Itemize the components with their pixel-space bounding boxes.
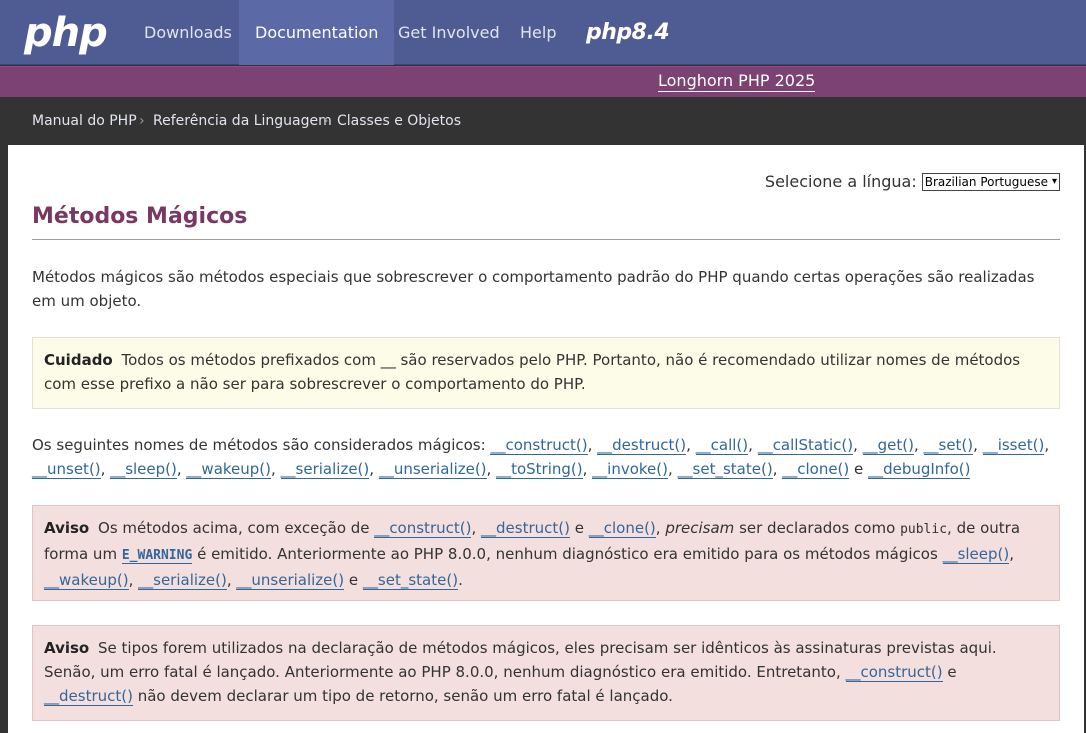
language-label: Selecione a língua:: [764, 172, 917, 191]
method-link[interactable]: __serialize(): [138, 571, 227, 590]
caution-text: Todos os métodos prefixados com __ são r…: [44, 351, 1021, 393]
method-link[interactable]: __debugInfo(): [868, 460, 971, 479]
warning-label: Aviso: [44, 519, 90, 537]
caution-label: Cuidado: [44, 351, 113, 369]
method-link[interactable]: __unserialize(): [378, 460, 487, 479]
language-selected-value: Brazilian Portuguese: [924, 174, 1048, 189]
warning-text: ,: [655, 519, 661, 537]
breadcrumb-manual[interactable]: Manual do PHP: [32, 112, 137, 130]
nav-downloads[interactable]: Downloads: [128, 0, 248, 65]
php-logo[interactable]: php: [24, 11, 108, 55]
method-link[interactable]: __call(): [695, 436, 749, 455]
method-link[interactable]: __construct(): [374, 519, 472, 538]
method-link[interactable]: __clone(): [782, 460, 850, 479]
and-word: e: [854, 460, 864, 478]
php-release-badge[interactable]: php8.4: [586, 18, 670, 48]
warning-text: e: [947, 663, 957, 681]
method-link[interactable]: __invoke(): [592, 460, 668, 479]
warning-text: Os métodos acima, com exceção de: [98, 519, 370, 537]
method-link[interactable]: __serialize(): [280, 460, 370, 479]
warning-label: Aviso: [44, 639, 90, 657]
method-link[interactable]: __set(): [923, 436, 974, 455]
method-link[interactable]: __set_state(): [677, 460, 773, 479]
method-link[interactable]: __toString(): [496, 460, 583, 479]
method-link[interactable]: __destruct(): [597, 436, 687, 455]
warning-text: e: [574, 519, 584, 537]
main-content: Selecione a língua: Brazilian Portuguese…: [8, 145, 1084, 733]
breadcrumb-separator-icon: ›: [139, 113, 145, 129]
banner-link[interactable]: Longhorn PHP 2025: [658, 71, 816, 92]
method-link[interactable]: __sleep(): [110, 460, 177, 479]
breadcrumb-language-reference[interactable]: Referência da Linguagem: [153, 112, 332, 130]
method-link[interactable]: __unserialize(): [236, 571, 345, 590]
method-link[interactable]: __set_state(): [362, 571, 459, 590]
warning-text: é emitido. Anteriormente ao PHP 8.0.0, n…: [197, 545, 938, 563]
inline-code: public: [900, 522, 948, 537]
method-link[interactable]: __destruct(): [44, 687, 133, 706]
breadcrumb: Manual do PHP › Referência da Linguagem …: [0, 97, 1086, 145]
intro-paragraph: Métodos mágicos são métodos especiais qu…: [32, 268, 1035, 310]
top-navbar: php Downloads Documentation Get Involved…: [0, 0, 1086, 65]
caution-box: Cuidado Todos os métodos prefixados com …: [32, 337, 1060, 409]
method-link[interactable]: __unset(): [32, 460, 101, 479]
emphasis-text: precisam: [665, 519, 735, 537]
nav-help[interactable]: Help: [504, 0, 572, 65]
warning-box-types: Aviso Se tipos forem utilizados na decla…: [32, 625, 1060, 721]
warning-text: não devem declarar um tipo de retorno, s…: [137, 687, 673, 705]
method-link[interactable]: __construct(): [845, 663, 943, 682]
nav-documentation[interactable]: Documentation: [239, 0, 395, 65]
warning-text: ser declarados como: [739, 519, 896, 537]
breadcrumb-separator-icon: ›: [323, 113, 329, 129]
magic-methods-list: Os seguintes nomes de métodos são consid…: [32, 436, 1050, 479]
chevron-down-icon: ▾: [1051, 176, 1057, 187]
page-title: Métodos Mágicos: [32, 203, 1060, 240]
method-link[interactable]: __construct(): [490, 436, 588, 455]
method-link[interactable]: __wakeup(): [44, 571, 129, 590]
method-link[interactable]: __sleep(): [942, 545, 1010, 564]
methods-intro: Os seguintes nomes de métodos são consid…: [32, 436, 486, 454]
announcement-banner: Longhorn PHP 2025: [0, 66, 1086, 97]
method-link[interactable]: __destruct(): [481, 519, 570, 538]
warning-box-visibility: Aviso Os métodos acima, com exceção de _…: [32, 505, 1060, 601]
method-link[interactable]: __callStatic(): [757, 436, 854, 455]
language-picker: Selecione a língua: Brazilian Portuguese…: [765, 172, 1060, 191]
constant-link[interactable]: E_WARNING: [121, 548, 193, 564]
method-link[interactable]: __wakeup(): [186, 460, 271, 479]
language-select[interactable]: Brazilian Portuguese ▾: [921, 172, 1060, 191]
breadcrumb-classes-objects[interactable]: Classes e Objetos: [337, 112, 461, 130]
method-link[interactable]: __get(): [862, 436, 914, 455]
method-link[interactable]: __isset(): [982, 436, 1045, 455]
method-link[interactable]: __clone(): [588, 519, 656, 538]
warning-text: e: [348, 571, 359, 589]
nav-get-involved[interactable]: Get Involved: [382, 0, 516, 65]
warning-text: .: [458, 571, 463, 589]
